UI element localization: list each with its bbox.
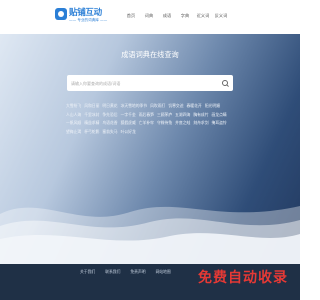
keyword-link[interactable]: 狐假虎威 bbox=[121, 119, 136, 128]
keyword-link[interactable]: 井底之蛙 bbox=[175, 119, 190, 128]
hero-section: 成语词典在线查询 大雪纷飞风和日丽明日黄花冰天雪地的季节风吹雨打饥寒交迫春暖花开… bbox=[0, 34, 300, 264]
keyword-link[interactable]: 一字千金 bbox=[121, 111, 136, 120]
keyword-link[interactable]: 望梅止渴 bbox=[66, 128, 81, 137]
keyword-list: 大雪纷飞 风和日丽 明日黄花 冰天雪地的季节 风吹雨打 饥寒交迫 春暖花开 阳光明媚人山人海千… bbox=[66, 102, 238, 136]
nav-item-words[interactable]: 词典 bbox=[140, 13, 158, 19]
nav-item-home[interactable]: 首页 bbox=[122, 13, 140, 19]
keyword-link[interactable]: 冰天雪地的季节 bbox=[121, 102, 148, 111]
search-icon bbox=[222, 80, 228, 86]
footer-link-sitemap[interactable]: 网站地图 bbox=[156, 269, 171, 275]
logo-icon bbox=[55, 8, 67, 20]
keyword-link[interactable]: 争先恐后 bbox=[102, 111, 117, 120]
keyword-link[interactable]: 风和日丽 bbox=[84, 102, 99, 111]
keyword-link[interactable]: 明日黄花 bbox=[102, 102, 117, 111]
keyword-link[interactable]: 春暖花开 bbox=[187, 102, 202, 111]
nav-item-antonyms[interactable]: 反义词 bbox=[212, 13, 230, 19]
nav-item-idioms[interactable]: 成语 bbox=[158, 13, 176, 19]
keyword-link[interactable]: 刻舟求剑 bbox=[193, 119, 208, 128]
main-nav: 首页 词典 成语 字典 近义词 反义词 bbox=[122, 13, 230, 19]
footer-link-disclaimer[interactable]: 免责声明 bbox=[130, 269, 145, 275]
keyword-link[interactable]: 阳光明媚 bbox=[205, 102, 220, 111]
keyword-link[interactable]: 精益求精 bbox=[84, 119, 99, 128]
keyword-link[interactable]: 守株待兔 bbox=[157, 119, 172, 128]
footer-links: 关于我们 联系我们 免责声明 网站地图 bbox=[80, 269, 171, 275]
keyword-link[interactable]: 大雪纷飞 bbox=[66, 102, 81, 111]
nav-item-synonyms[interactable]: 近义词 bbox=[194, 13, 212, 19]
footer-link-about[interactable]: 关于我们 bbox=[80, 269, 95, 275]
keyword-link[interactable]: 塞翁失马 bbox=[102, 128, 117, 137]
keyword-link[interactable]: 饥寒交迫 bbox=[168, 102, 183, 111]
hero-title: 成语词典在线查询 bbox=[121, 50, 179, 59]
keyword-link[interactable]: 杯弓蛇影 bbox=[84, 128, 99, 137]
keyword-link[interactable]: 三顾茅庐 bbox=[157, 111, 172, 120]
keyword-link[interactable]: 鸟语花香 bbox=[102, 119, 117, 128]
logo-subtitle: —— 专业的词典库 —— bbox=[69, 18, 108, 22]
site-header: 贴铺互动 —— 专业的词典库 —— 首页 词典 成语 字典 近义词 反义词 bbox=[0, 0, 300, 34]
keyword-link[interactable]: 五湖四海 bbox=[175, 111, 190, 120]
keyword-link[interactable]: 雨后春笋 bbox=[139, 111, 154, 120]
site-footer: 关于我们 联系我们 免责声明 网站地图 免费自动收录 bbox=[0, 264, 300, 300]
search-input[interactable] bbox=[67, 75, 217, 91]
watermark-text: 免费自动收录 bbox=[198, 270, 288, 286]
search-button[interactable] bbox=[217, 75, 233, 91]
nav-item-characters[interactable]: 字典 bbox=[176, 13, 194, 19]
wave-decoration bbox=[0, 206, 300, 264]
logo-title: 贴铺互动 bbox=[69, 8, 102, 18]
keyword-link[interactable]: 画龙点睛 bbox=[212, 111, 227, 120]
keyword-link[interactable]: 叶公好龙 bbox=[121, 128, 136, 137]
search-bar bbox=[67, 75, 233, 91]
site-logo[interactable]: 贴铺互动 —— 专业的词典库 —— bbox=[55, 6, 109, 28]
footer-link-contact[interactable]: 联系我们 bbox=[105, 269, 120, 275]
keyword-link[interactable]: 胸有成竹 bbox=[193, 111, 208, 120]
keyword-link[interactable]: 掩耳盗铃 bbox=[212, 119, 227, 128]
keyword-link[interactable]: 人山人海 bbox=[66, 111, 81, 120]
keyword-link[interactable]: 千里冰封 bbox=[84, 111, 99, 120]
keyword-link[interactable]: 一帆风顺 bbox=[66, 119, 81, 128]
keyword-link[interactable]: 亡羊补牢 bbox=[139, 119, 154, 128]
keyword-link[interactable]: 风吹雨打 bbox=[150, 102, 165, 111]
